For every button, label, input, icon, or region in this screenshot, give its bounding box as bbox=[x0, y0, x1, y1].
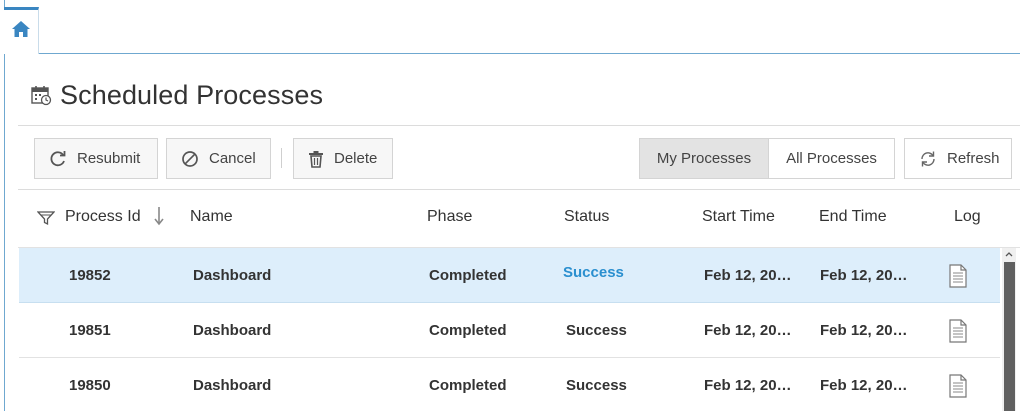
cell-phase: Completed bbox=[429, 377, 507, 394]
column-header-log: Log bbox=[954, 208, 981, 225]
calendar-icon bbox=[31, 86, 52, 106]
log-document-icon[interactable] bbox=[949, 374, 967, 403]
process-scope-toggle: My Processes All Processes bbox=[639, 138, 895, 179]
column-header-name[interactable]: Name bbox=[190, 208, 233, 226]
header-divider bbox=[18, 125, 1020, 126]
resubmit-icon bbox=[49, 150, 67, 168]
cell-end-time: Feb 12, 20… bbox=[820, 377, 908, 394]
trash-icon bbox=[308, 150, 324, 168]
all-processes-label: All Processes bbox=[786, 150, 877, 167]
refresh-label: Refresh bbox=[947, 150, 1000, 167]
home-icon bbox=[12, 21, 30, 37]
cancel-button[interactable]: Cancel bbox=[166, 138, 271, 179]
cell-status: Success bbox=[566, 377, 627, 394]
cell-phase: Completed bbox=[429, 267, 507, 284]
tab-bar-rule bbox=[39, 53, 1020, 54]
column-header-status[interactable]: Status bbox=[564, 208, 609, 226]
column-header-phase[interactable]: Phase bbox=[427, 208, 472, 226]
refresh-icon bbox=[919, 150, 937, 168]
cell-end-time: Feb 12, 20… bbox=[820, 267, 908, 284]
home-tab[interactable] bbox=[4, 7, 39, 54]
cell-start-time: Feb 12, 20… bbox=[704, 267, 792, 284]
table-row[interactable]: 19850 Dashboard Completed Success Feb 12… bbox=[19, 358, 1000, 411]
refresh-button[interactable]: Refresh bbox=[904, 138, 1012, 179]
resubmit-label: Resubmit bbox=[77, 150, 141, 167]
cell-name: Dashboard bbox=[193, 267, 272, 284]
page-header: Scheduled Processes bbox=[30, 78, 323, 112]
sort-down-arrow-icon[interactable] bbox=[154, 206, 164, 231]
cell-start-time: Feb 12, 20… bbox=[704, 322, 792, 339]
cell-status-link[interactable]: Success bbox=[563, 245, 624, 300]
page-title: Scheduled Processes bbox=[60, 79, 324, 110]
table-scrollbar-thumb[interactable] bbox=[1004, 262, 1015, 411]
cell-phase: Completed bbox=[429, 322, 507, 339]
column-header-start-time[interactable]: Start Time bbox=[702, 208, 775, 226]
cell-end-time: Feb 12, 20… bbox=[820, 322, 908, 339]
cell-process-id: 19851 bbox=[69, 322, 111, 339]
toolbar-divider-line bbox=[18, 189, 1020, 190]
filter-icon[interactable] bbox=[36, 210, 56, 231]
table-row[interactable]: 19852 Dashboard Completed Success Feb 12… bbox=[19, 248, 1000, 303]
delete-button[interactable]: Delete bbox=[293, 138, 393, 179]
cell-process-id: 19852 bbox=[69, 267, 111, 284]
column-header-end-time[interactable]: End Time bbox=[819, 208, 887, 226]
scroll-up-arrow-icon[interactable] bbox=[1002, 248, 1016, 262]
table-row[interactable]: 19851 Dashboard Completed Success Feb 12… bbox=[19, 303, 1000, 358]
delete-label: Delete bbox=[334, 150, 378, 167]
cell-status: Success bbox=[566, 322, 627, 339]
all-processes-tab[interactable]: All Processes bbox=[769, 138, 895, 179]
cell-start-time: Feb 12, 20… bbox=[704, 377, 792, 394]
cell-name: Dashboard bbox=[193, 322, 272, 339]
resubmit-button[interactable]: Resubmit bbox=[34, 138, 158, 179]
cancel-label: Cancel bbox=[209, 150, 256, 167]
log-document-icon[interactable] bbox=[949, 319, 967, 348]
cell-process-id: 19850 bbox=[69, 377, 111, 394]
left-frame-rule bbox=[4, 0, 5, 411]
toolbar-divider bbox=[281, 148, 282, 168]
cell-name: Dashboard bbox=[193, 377, 272, 394]
cancel-icon bbox=[181, 150, 199, 168]
my-processes-tab[interactable]: My Processes bbox=[639, 138, 769, 179]
log-document-icon[interactable] bbox=[949, 264, 967, 293]
my-processes-label: My Processes bbox=[656, 150, 752, 167]
column-header-process-id[interactable]: Process Id bbox=[65, 208, 141, 226]
